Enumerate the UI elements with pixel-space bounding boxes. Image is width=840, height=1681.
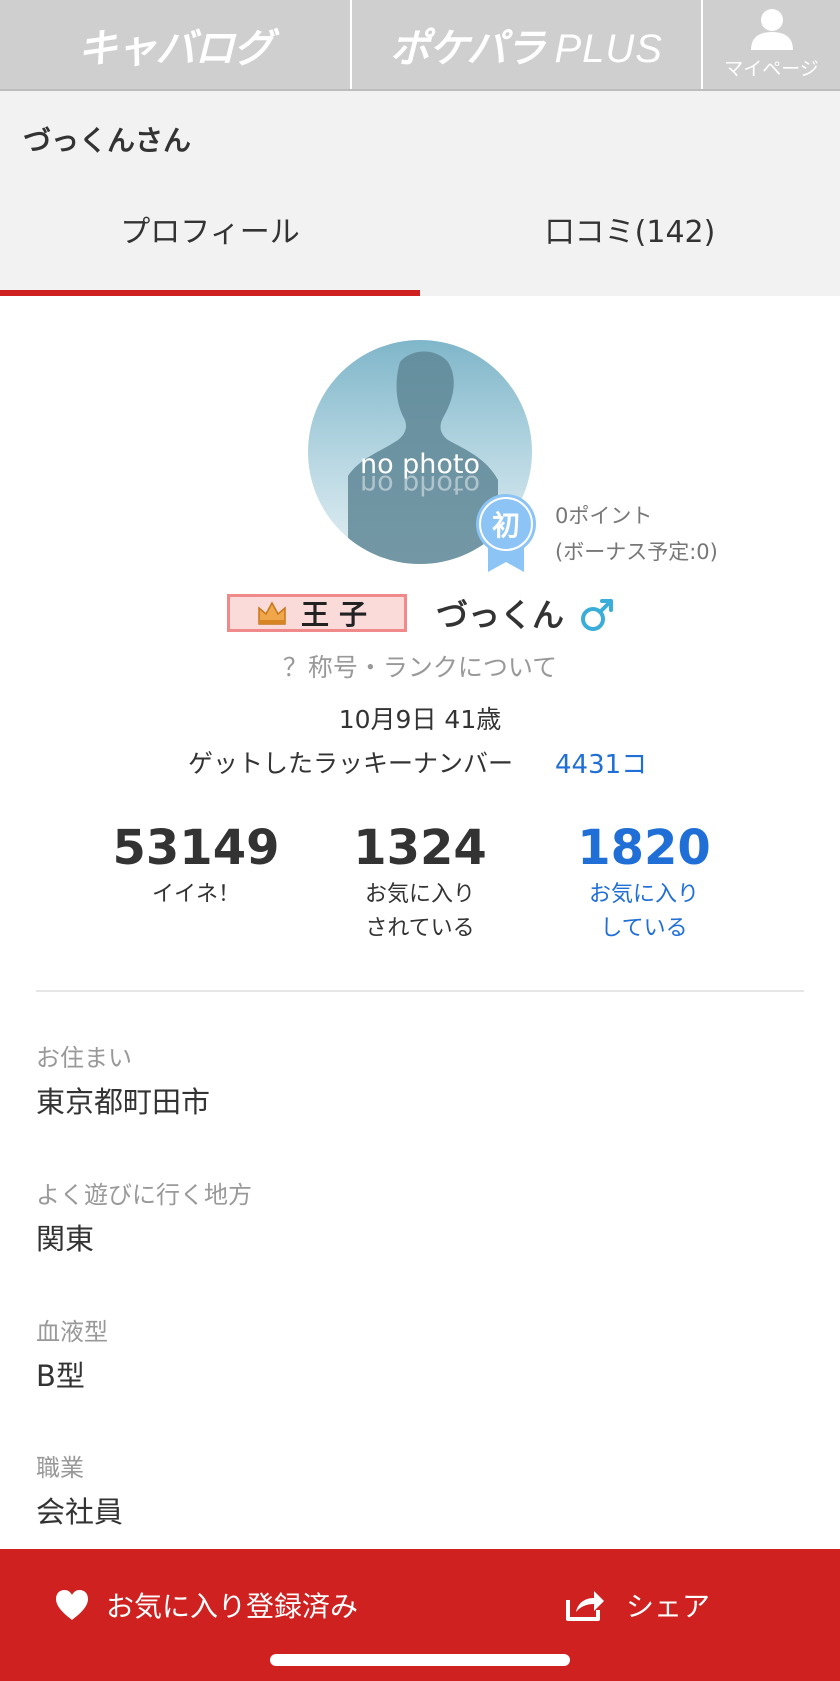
field-label: 職業 [36, 1454, 84, 1482]
field-value: B型 [36, 1359, 85, 1393]
field-value: 関東 [36, 1222, 95, 1256]
user-icon [750, 9, 793, 50]
stat-favorited: 1324 お気に入り されている [300, 818, 540, 946]
stat-favoriting-value: 1820 [577, 820, 711, 876]
rank-title-text: 王子 [300, 598, 377, 631]
stat-favorited-label-1: お気に入り [364, 882, 475, 907]
beginner-ribbon-icon: 初 [476, 494, 536, 572]
tab-profile[interactable]: プロフィール [0, 191, 420, 296]
points-info: 0ポイント (ボーナス予定:0) [555, 498, 718, 570]
nickname: づっくん [436, 596, 565, 634]
stat-likes-value: 53149 [112, 820, 280, 876]
nav-cabalog-logo[interactable]: キャバログ [0, 0, 352, 89]
divider [36, 990, 804, 992]
plus-logo-text: PLUS [554, 26, 663, 71]
lucky-number-value[interactable]: 4431コ [555, 744, 647, 781]
share-label: シェア [626, 1590, 711, 1623]
share-button[interactable]: シェア [564, 1585, 710, 1625]
field-occupation: 職業 会社員 [36, 1450, 123, 1534]
mypage-button[interactable]: マイページ [703, 0, 840, 89]
rank-info-link[interactable]: ？称号・ランクについて [0, 648, 840, 684]
stat-favoriting-label-2: している [600, 916, 688, 941]
home-indicator [270, 1654, 570, 1666]
field-value: 東京都町田市 [36, 1085, 211, 1119]
lucky-number-label: ゲットしたラッキーナンバー [188, 749, 514, 778]
badge-char: 初 [492, 509, 520, 542]
stat-favorited-value: 1324 [353, 820, 487, 876]
stats-row: 53149 イイネ！ 1324 お気に入り されている 1820 お気に入り し… [0, 818, 840, 948]
field-value: 会社員 [36, 1495, 124, 1529]
cabalog-logo-text: キャバログ [77, 25, 274, 72]
stat-favorited-label-2: されている [365, 916, 475, 941]
crown-icon [258, 601, 286, 625]
heart-icon [56, 1590, 88, 1620]
share-icon [566, 1591, 604, 1621]
bonus-value: (ボーナス予定:0) [555, 540, 718, 564]
field-residence: お住まい 東京都町田市 [36, 1040, 210, 1124]
profile-header: づっくんさん プロフィール 口コミ(142) [0, 91, 840, 296]
page-title: づっくんさん [23, 124, 192, 157]
stat-likes: 53149 イイネ！ [76, 818, 316, 912]
birthday-age: 10月9日 41歳 [338, 705, 502, 734]
field-blood-type: 血液型 B型 [36, 1314, 108, 1398]
male-icon [581, 599, 613, 631]
favorite-button[interactable]: お気に入り登録済み [54, 1585, 358, 1625]
field-region: よく遊びに行く地方 関東 [36, 1177, 252, 1261]
field-label: 血液型 [36, 1318, 108, 1346]
top-nav: キャバログ ポケパラ PLUS マイページ [0, 0, 840, 91]
stat-favoriting[interactable]: 1820 お気に入り している [524, 818, 764, 946]
stat-likes-label: イイネ！ [151, 882, 240, 907]
nav-pokepara-plus-logo[interactable]: ポケパラ PLUS [352, 0, 703, 89]
pokepara-logo-text: ポケパラ [390, 25, 545, 72]
mypage-label: マイページ [724, 58, 819, 80]
field-label: お住まい [36, 1044, 132, 1072]
tab-bar: プロフィール 口コミ(142) [0, 191, 840, 296]
tab-reviews[interactable]: 口コミ(142) [420, 191, 840, 296]
favorite-label: お気に入り登録済み [106, 1590, 359, 1623]
field-label: よく遊びに行く地方 [36, 1181, 252, 1209]
no-photo-reflection: no photo [360, 469, 480, 500]
stat-favoriting-label-1: お気に入り [588, 882, 699, 907]
points-value: 0ポイント [555, 504, 653, 528]
rank-title-badge: 王子 [227, 594, 407, 632]
